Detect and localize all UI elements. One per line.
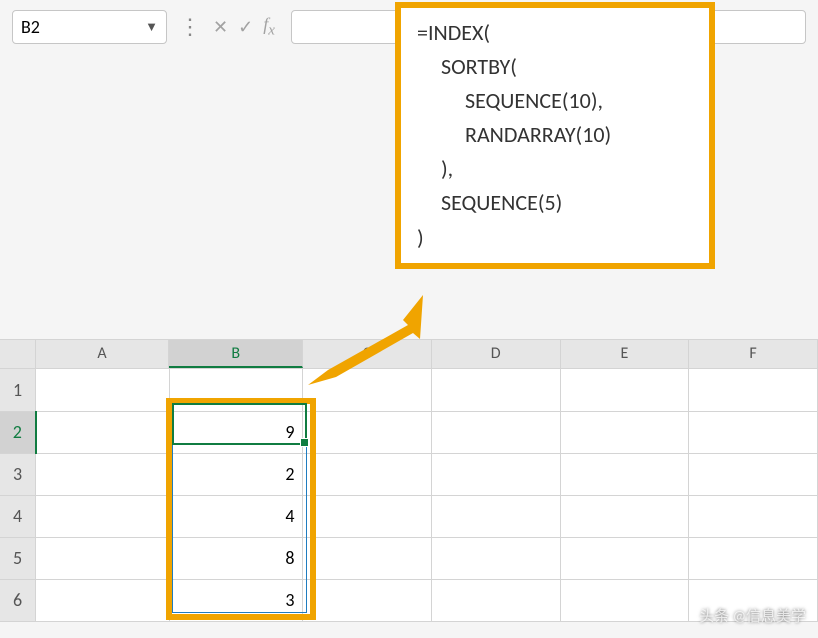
cell-b1[interactable]: [169, 369, 303, 411]
table-row: 2 9: [0, 411, 818, 453]
cell-a3[interactable]: [36, 453, 170, 495]
cell-e1[interactable]: [560, 369, 689, 411]
enter-icon[interactable]: ✓: [238, 16, 253, 38]
row-header-2[interactable]: 2: [0, 411, 36, 453]
cells-table: 1 2 9 3 2 4 4: [0, 369, 818, 622]
row-header-3[interactable]: 3: [0, 453, 36, 495]
cell-c6[interactable]: [303, 579, 432, 621]
select-all-corner[interactable]: [0, 340, 36, 368]
col-header-f[interactable]: F: [689, 340, 818, 368]
cell-d4[interactable]: [432, 495, 561, 537]
cell-f1[interactable]: [689, 369, 818, 411]
row-header-6[interactable]: 6: [0, 579, 36, 621]
fx-icon[interactable]: fx: [263, 14, 275, 40]
cell-a2[interactable]: [36, 411, 170, 453]
formula-line: RANDARRAY(10): [417, 118, 693, 152]
table-row: 6 3: [0, 579, 818, 621]
cell-d2[interactable]: [432, 411, 561, 453]
cell-a5[interactable]: [36, 537, 170, 579]
cell-b5[interactable]: 8: [169, 537, 303, 579]
cell-a4[interactable]: [36, 495, 170, 537]
chevron-down-icon[interactable]: ▼: [145, 19, 158, 35]
table-row: 4 4: [0, 495, 818, 537]
cell-c5[interactable]: [303, 537, 432, 579]
table-row: 3 2: [0, 453, 818, 495]
table-row: 5 8: [0, 537, 818, 579]
drag-handle-icon: ⋮: [177, 22, 203, 32]
cell-f4[interactable]: [689, 495, 818, 537]
cell-c4[interactable]: [303, 495, 432, 537]
cell-b6[interactable]: 3: [169, 579, 303, 621]
name-box-value: B2: [21, 16, 145, 38]
cell-d5[interactable]: [432, 537, 561, 579]
formula-line: SORTBY(: [417, 50, 693, 84]
cell-e2[interactable]: [560, 411, 689, 453]
cell-f2[interactable]: [689, 411, 818, 453]
cell-f5[interactable]: [689, 537, 818, 579]
formula-line: =INDEX(: [417, 16, 693, 50]
callout-arrow-icon: [308, 295, 428, 385]
formula-bar-buttons: ✕ ✓ fx: [213, 14, 281, 40]
col-header-b[interactable]: B: [169, 340, 303, 368]
cell-e3[interactable]: [560, 453, 689, 495]
cell-f3[interactable]: [689, 453, 818, 495]
cell-e6[interactable]: [560, 579, 689, 621]
cell-b2[interactable]: 9: [169, 411, 303, 453]
watermark: 头条 @信息美学: [699, 605, 806, 626]
cell-d1[interactable]: [432, 369, 561, 411]
formula-callout: =INDEX( SORTBY( SEQUENCE(10), RANDARRAY(…: [395, 2, 715, 269]
col-header-d[interactable]: D: [432, 340, 561, 368]
cell-e4[interactable]: [560, 495, 689, 537]
formula-line: ),: [417, 152, 693, 186]
row-header-4[interactable]: 4: [0, 495, 36, 537]
cancel-icon[interactable]: ✕: [213, 16, 228, 38]
name-box[interactable]: B2 ▼: [12, 10, 167, 44]
cell-d6[interactable]: [432, 579, 561, 621]
row-header-1[interactable]: 1: [0, 369, 36, 411]
cell-c3[interactable]: [303, 453, 432, 495]
formula-line: ): [417, 221, 693, 255]
cell-a6[interactable]: [36, 579, 170, 621]
col-header-e[interactable]: E: [561, 340, 690, 368]
cell-a1[interactable]: [36, 369, 170, 411]
cell-b3[interactable]: 2: [169, 453, 303, 495]
cell-b4[interactable]: 4: [169, 495, 303, 537]
formula-line: SEQUENCE(5): [417, 186, 693, 220]
col-header-a[interactable]: A: [36, 340, 170, 368]
formula-line: SEQUENCE(10),: [417, 84, 693, 118]
cell-e5[interactable]: [560, 537, 689, 579]
cell-c2[interactable]: [303, 411, 432, 453]
cell-d3[interactable]: [432, 453, 561, 495]
row-header-5[interactable]: 5: [0, 537, 36, 579]
